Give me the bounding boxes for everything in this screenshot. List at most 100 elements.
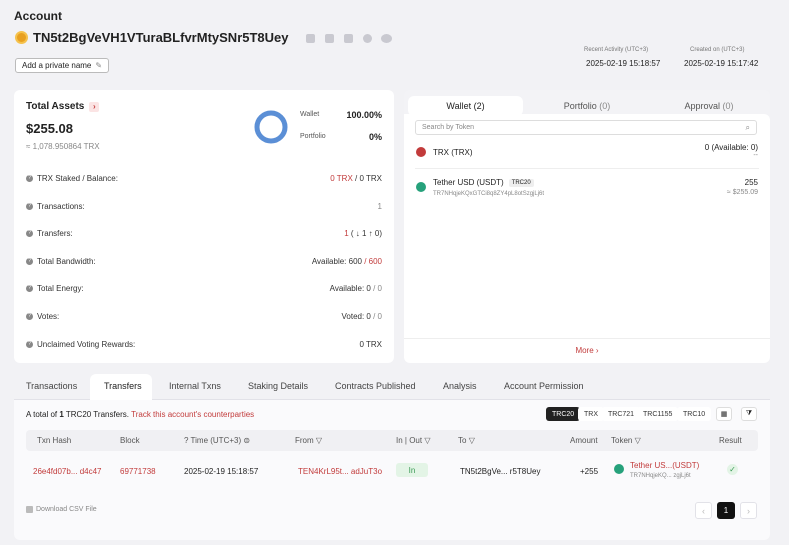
transactions-value[interactable]: 1 — [378, 202, 382, 211]
recent-activity-label: Recent Activity (UTC+3) — [584, 47, 649, 53]
usdt-contract-address[interactable]: TR7NHqjeKQxGTCi8q8ZY4pL8otSzgjLj6t — [433, 191, 544, 197]
row-label: Unclaimed Voting Rewards: — [37, 339, 136, 349]
col-token[interactable]: Token ▽ — [611, 436, 641, 445]
token-search-input[interactable]: Search by Token ⌕ — [415, 120, 757, 135]
tag-icon[interactable] — [344, 34, 353, 43]
row-time: 2025-02-19 15:18:57 — [184, 467, 259, 476]
toggle-time-icon[interactable]: ⊜ — [243, 436, 250, 445]
usdt-token-icon — [614, 464, 624, 474]
add-private-name-button[interactable]: Add a private name ✎ — [15, 58, 110, 73]
search-icon[interactable]: ⌕ — [746, 123, 750, 133]
col-to[interactable]: To ▽ — [458, 436, 475, 445]
row-block[interactable]: 69771738 — [120, 467, 156, 476]
tab-analysis[interactable]: Analysis — [443, 381, 477, 391]
help-icon: ? — [26, 284, 33, 292]
transfers-summary: A total of 1 TRC20 Transfers. Track this… — [26, 410, 254, 419]
csv-file-icon — [26, 506, 33, 513]
page-1-button[interactable]: 1 — [717, 502, 735, 519]
help-icon: ? — [26, 202, 33, 210]
more-link[interactable]: More › — [404, 346, 770, 355]
balance-value: / 0 TRX — [352, 173, 382, 183]
filter-trx[interactable]: TRX — [578, 407, 604, 421]
transfers-value[interactable]: 1 — [344, 229, 348, 238]
row-to[interactable]: TN5t2BgVe... r5T8Uey — [460, 467, 540, 476]
tab-staking-details[interactable]: Staking Details — [248, 381, 308, 391]
col-in-out-label: In | Out — [396, 436, 423, 445]
col-time-label: Time (UTC+3) — [190, 436, 242, 445]
votes-row: ? Votes: Voted: 0 / 0 — [26, 310, 382, 322]
tab-approval[interactable]: Approval (0) — [650, 96, 768, 116]
assets-donut-chart — [254, 110, 288, 144]
filter-icon[interactable]: ▽ — [424, 436, 430, 445]
edit-icon: ✎ — [95, 61, 103, 70]
legend-wallet-label: Wallet — [300, 111, 320, 118]
bandwidth-row: ? Total Bandwidth: Available: 600 / 600 — [26, 255, 382, 267]
legend-wallet-value: 100.00% — [346, 110, 382, 120]
row-token-address[interactable]: TR7NHqjeKQ... zgjLj6t — [630, 473, 691, 479]
filter-trc20[interactable]: TRC20 — [546, 407, 581, 421]
next-page-button[interactable]: › — [740, 502, 757, 519]
help-icon: ? — [26, 257, 33, 265]
qr-code-icon[interactable] — [325, 34, 334, 43]
help-icon: ? — [26, 229, 33, 237]
total-trx: ≈ 1,078.950864 TRX — [26, 142, 100, 151]
col-from[interactable]: From ▽ — [295, 436, 322, 445]
energy-available: Available: 0 — [329, 283, 371, 293]
col-token-label: Token — [611, 436, 633, 445]
tab-transactions[interactable]: Transactions — [26, 381, 77, 391]
divider — [404, 338, 770, 339]
votes-voted: Voted: 0 — [341, 311, 371, 321]
staked-balance-row: ? TRX Staked / Balance: 0 TRX / 0 TRX — [26, 172, 382, 184]
col-time[interactable]: ? Time (UTC+3) ⊜ — [184, 436, 250, 445]
row-label: Transactions: — [37, 201, 85, 211]
tab-contracts-published[interactable]: Contracts Published — [335, 381, 416, 391]
row-from[interactable]: TEN4KrL95t... adJuT3o — [298, 467, 382, 476]
col-from-label: From — [295, 436, 314, 445]
filter-icon[interactable]: ⧩ — [741, 407, 757, 421]
col-in-out[interactable]: In | Out ▽ — [396, 436, 430, 445]
account-address[interactable]: TN5t2BgVeVH1VTuraBLfvrMtySNr5T8Uey — [33, 30, 289, 45]
calendar-icon[interactable]: ▦ — [716, 407, 732, 421]
filter-icon[interactable]: ▽ — [469, 436, 475, 445]
filter-icon[interactable]: ▽ — [316, 436, 322, 445]
tab-account-permission[interactable]: Account Permission — [504, 381, 584, 391]
staked-value: 0 TRX — [330, 173, 353, 183]
row-direction-badge: In — [396, 463, 428, 477]
favorite-icon[interactable] — [363, 34, 372, 43]
row-token[interactable]: Tether US...(USDT) — [630, 461, 699, 470]
download-csv-link[interactable]: Download CSV File — [26, 506, 97, 513]
tab-internal-txns[interactable]: Internal Txns — [169, 381, 221, 391]
usdt-token-amount: 255 — [744, 178, 758, 187]
row-txn-hash[interactable]: 26e4fd07b... d4c47 — [33, 467, 102, 476]
row-label: Transfers: — [37, 228, 73, 238]
filter-trc1155[interactable]: TRC1155 — [637, 407, 679, 421]
usdt-token-name[interactable]: Tether USD (USDT) — [433, 178, 504, 187]
legend-portfolio-label: Portfolio — [300, 133, 326, 140]
col-amount: Amount — [570, 436, 598, 445]
donut-wallet-arc — [254, 110, 288, 144]
filter-trc721[interactable]: TRC721 — [602, 407, 641, 421]
usdt-token-icon — [416, 182, 426, 192]
tab-approval-label: Approval — [684, 101, 720, 111]
filter-icon[interactable]: ▽ — [635, 436, 641, 445]
tab-wallet[interactable]: Wallet (2) — [408, 96, 523, 116]
download-csv-label: Download CSV File — [36, 506, 97, 513]
tab-portfolio[interactable]: Portfolio (0) — [528, 96, 646, 116]
track-counterparties-link[interactable]: Track this account's counterparties — [131, 410, 254, 419]
tab-wallet-count: (2) — [473, 101, 485, 111]
wallet-tab-body: Search by Token ⌕ TRX (TRX) 0 (Available… — [404, 114, 770, 363]
prev-page-button[interactable]: ‹ — [695, 502, 712, 519]
recent-activity-value: 2025-02-19 15:18:57 — [586, 59, 661, 68]
more-options-icon[interactable] — [381, 34, 392, 43]
chevron-right-icon[interactable]: › — [89, 101, 100, 112]
trc20-badge: TRC20 — [508, 178, 534, 187]
total-assets-title: Total Assets — [26, 101, 85, 112]
bandwidth-available: Available: 600 — [311, 256, 362, 266]
help-icon: ? — [26, 312, 33, 320]
created-label: Created on (UTC+3) — [690, 47, 745, 53]
copy-icon[interactable] — [306, 34, 315, 43]
tab-transfers[interactable]: Transfers — [104, 381, 142, 391]
filter-trc10[interactable]: TRC10 — [677, 407, 712, 421]
transactions-row: ? Transactions: 1 — [26, 200, 382, 212]
trx-token-name[interactable]: TRX (TRX) — [433, 148, 473, 157]
